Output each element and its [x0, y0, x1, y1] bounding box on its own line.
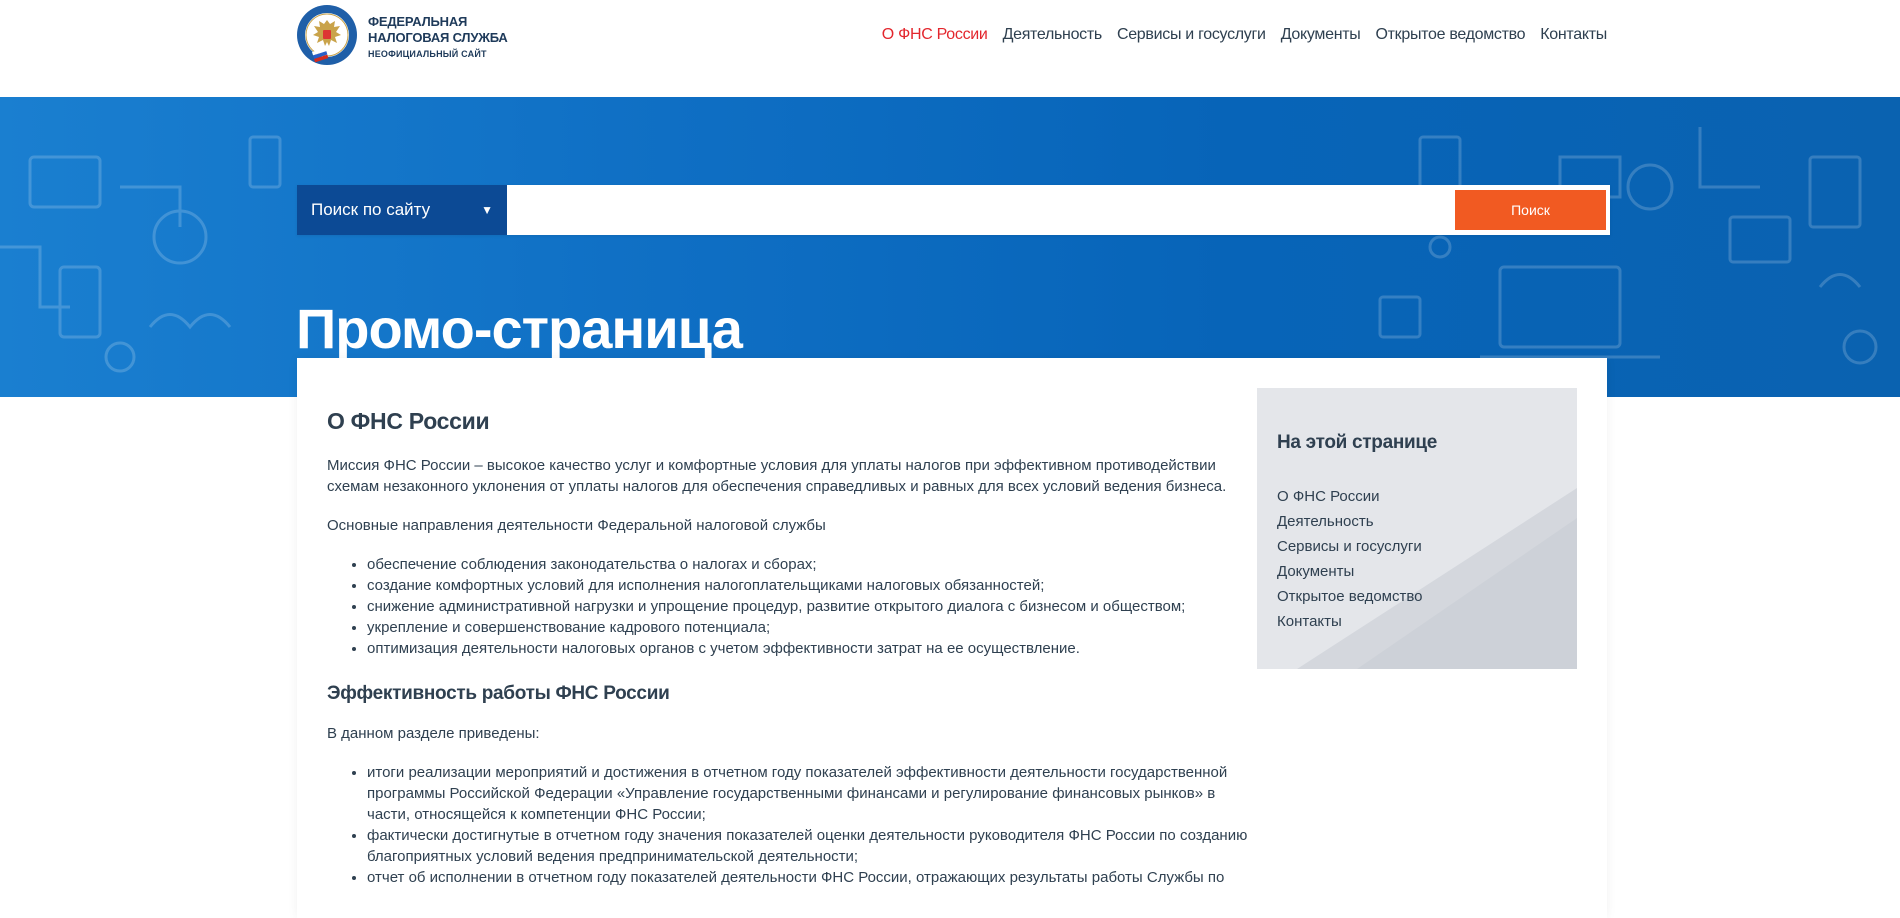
- efficiency-intro: В данном разделе приведены:: [327, 725, 540, 742]
- site-header: ФЕДЕРАЛЬНАЯ НАЛОГОВАЯ СЛУЖБА НЕОФИЦИАЛЬН…: [0, 0, 1900, 97]
- section-heading-about: О ФНС России: [327, 408, 490, 434]
- site-logo[interactable]: ФЕДЕРАЛЬНАЯ НАЛОГОВАЯ СЛУЖБА НЕОФИЦИАЛЬН…: [296, 4, 508, 68]
- directions-intro: Основные направления деятельности Федера…: [327, 517, 826, 534]
- list-item: оптимизация деятельности налоговых орган…: [367, 638, 1262, 659]
- toc-item: Документы: [1277, 559, 1423, 584]
- main-nav: О ФНС России Деятельность Сервисы и госу…: [867, 26, 1608, 44]
- search-input[interactable]: [507, 185, 1455, 235]
- list-item: фактически достигнутые в отчетном году з…: [367, 825, 1262, 867]
- toc-title: На этой странице: [1277, 432, 1438, 453]
- section-heading-efficiency: Эффективность работы ФНС России: [327, 683, 670, 704]
- nav-item-about[interactable]: О ФНС России: [882, 26, 988, 44]
- toc-item: Сервисы и госуслуги: [1277, 534, 1423, 559]
- list-item: снижение административной нагрузки и упр…: [367, 596, 1262, 617]
- toc-link-activity[interactable]: Деятельность: [1277, 513, 1374, 530]
- list-item: обеспечение соблюдения законодательства …: [367, 554, 1262, 575]
- mission-text: Миссия ФНС России – высокое качество усл…: [327, 457, 1227, 495]
- nav-item-documents[interactable]: Документы: [1281, 26, 1361, 44]
- search-button[interactable]: Поиск: [1455, 190, 1606, 230]
- toc-item: Деятельность: [1277, 509, 1423, 534]
- page-title: Промо-страница: [296, 297, 743, 360]
- content-card: О ФНС России Миссия ФНС России – высокое…: [297, 358, 1607, 918]
- search-scope-select[interactable]: Поиск по сайту ▼: [297, 185, 507, 235]
- list-item: отчет об исполнении в отчетном году пока…: [367, 867, 1262, 888]
- toc-list: О ФНС России Деятельность Сервисы и госу…: [1277, 484, 1423, 634]
- nav-item-activity[interactable]: Деятельность: [1003, 26, 1103, 44]
- nav-item-contacts[interactable]: Контакты: [1540, 26, 1607, 44]
- logo-line-3: НЕОФИЦИАЛЬНЫЙ САЙТ: [368, 48, 487, 59]
- logo-text: ФЕДЕРАЛЬНАЯ НАЛОГОВАЯ СЛУЖБА НЕОФИЦИАЛЬН…: [368, 14, 508, 59]
- hero-banner: Поиск по сайту ▼ Поиск Промо-страница: [0, 97, 1900, 397]
- toc-item: Контакты: [1277, 609, 1423, 634]
- nav-item-services[interactable]: Сервисы и госуслуги: [1117, 26, 1266, 44]
- chevron-down-icon: ▼: [481, 203, 493, 217]
- toc-link-services[interactable]: Сервисы и госуслуги: [1277, 538, 1422, 555]
- on-this-page-panel: На этой странице О ФНС России Деятельнос…: [1257, 388, 1577, 669]
- efficiency-list: итоги реализации мероприятий и достижени…: [327, 762, 1262, 888]
- toc-link-open-agency[interactable]: Открытое ведомство: [1277, 588, 1423, 605]
- list-item: создание комфортных условий для исполнен…: [367, 575, 1262, 596]
- toc-link-contacts[interactable]: Контакты: [1277, 613, 1342, 630]
- list-item: итоги реализации мероприятий и достижени…: [367, 762, 1262, 825]
- logo-line-2: НАЛОГОВАЯ СЛУЖБА: [368, 29, 508, 45]
- search-bar: Поиск по сайту ▼ Поиск: [297, 185, 1610, 235]
- search-scope-value: Поиск по сайту: [311, 200, 431, 219]
- logo-line-1: ФЕДЕРАЛЬНАЯ: [368, 13, 468, 29]
- toc-link-documents[interactable]: Документы: [1277, 563, 1354, 580]
- list-item: укрепление и совершенствование кадрового…: [367, 617, 1262, 638]
- directions-list: обеспечение соблюдения законодательства …: [327, 554, 1262, 659]
- fns-emblem-icon: [297, 5, 357, 65]
- nav-item-open-agency[interactable]: Открытое ведомство: [1375, 26, 1525, 44]
- toc-link-about[interactable]: О ФНС России: [1277, 488, 1380, 505]
- toc-item: О ФНС России: [1277, 484, 1423, 509]
- hero-pattern: [0, 127, 1878, 373]
- toc-item: Открытое ведомство: [1277, 584, 1423, 609]
- article: О ФНС России Миссия ФНС России – высокое…: [327, 408, 1262, 888]
